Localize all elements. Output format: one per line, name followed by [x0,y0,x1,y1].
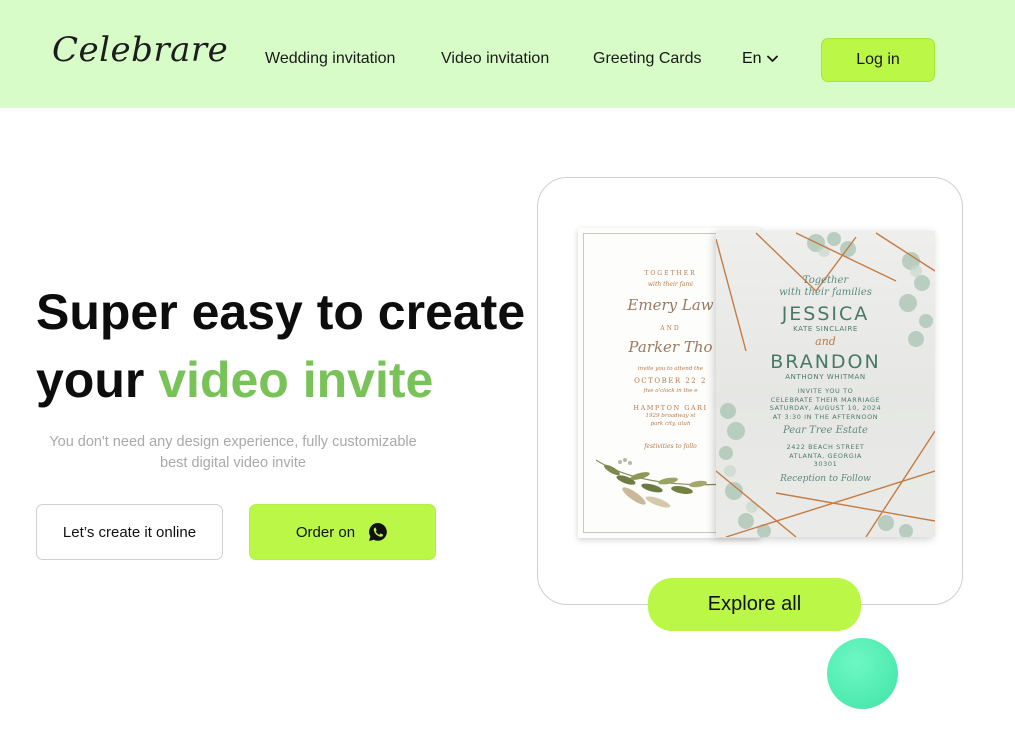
front-card-name1-full: KATE SINCLAIRE [793,325,858,333]
invitation-card-jessica-brandon[interactable]: Together with their families JESSICA KAT… [716,231,935,537]
nav-video-invitation[interactable]: Video invitation [441,50,549,68]
nav-wedding-invitation[interactable]: Wedding invitation [265,50,395,68]
site-header: Celebrare Wedding invitation Video invit… [0,0,1015,108]
whatsapp-icon [369,523,387,541]
language-selector[interactable]: En [742,50,778,68]
brand-logo[interactable]: Celebrare [52,30,228,70]
hero-title-line2: your [36,352,159,408]
floating-chat-bubble[interactable] [827,638,898,709]
front-card-intro: Together with their families [779,275,872,298]
front-card-address: 2422 BEACH STREET ATLANTA, GEORGIA 30301 [786,443,865,468]
front-card-name2-full: ANTHONY WHITMAN [785,373,866,381]
front-card-name1: JESSICA [781,303,870,325]
hero-title-accent: video invite [158,352,434,408]
front-card-and: and [815,335,836,348]
login-button[interactable]: Log in [821,38,935,82]
front-card-details: INVITE YOU TO CELEBRATE THEIR MARRIAGE S… [769,387,882,421]
hero-title-line1: Super easy to create [36,284,526,340]
front-card-name2: BRANDON [770,351,881,373]
leaf-sprig-illustration [595,458,729,508]
nav-greeting-cards[interactable]: Greeting Cards [593,50,702,68]
front-card-venue: Pear Tree Estate [783,425,868,436]
order-button-label: Order on [295,523,356,541]
create-online-button[interactable]: Let’s create it online [36,504,223,560]
front-card-reception: Reception to Follow [780,474,871,484]
explore-all-button[interactable]: Explore all [648,578,861,631]
hero-subtitle: You don't need any design experience, fu… [49,434,417,471]
hero-title: Super easy to create your video invite [36,278,525,414]
language-label: En [742,50,762,67]
chevron-down-icon [766,55,778,62]
order-whatsapp-button[interactable]: Order on [249,504,436,560]
